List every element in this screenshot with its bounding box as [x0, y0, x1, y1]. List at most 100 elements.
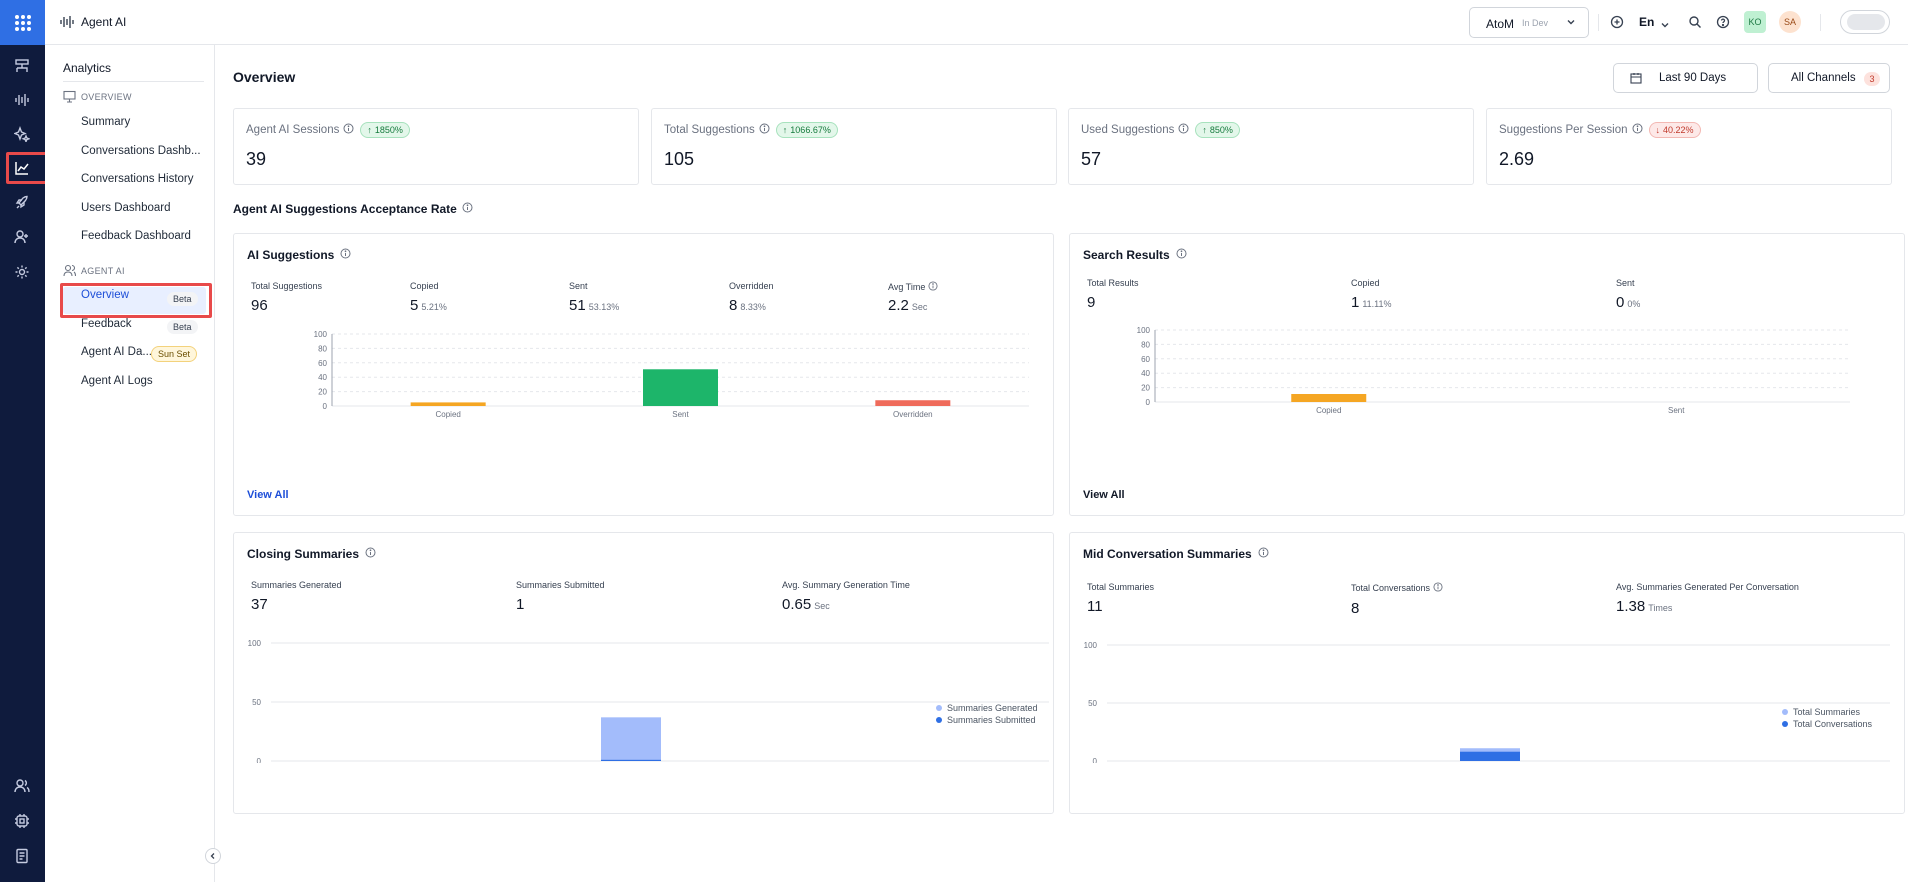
tick-label: 100	[1137, 326, 1151, 335]
change-chip: ↓ 40.22%	[1648, 122, 1701, 138]
tick-label: 100	[1084, 641, 1098, 650]
users-icon[interactable]	[12, 776, 32, 796]
info-icon[interactable]	[1258, 547, 1269, 561]
info-icon[interactable]	[343, 123, 354, 137]
metric-label: Total Conversations	[1351, 582, 1443, 594]
metric-value: 2.2 Sec	[888, 297, 928, 314]
tick-label: 0	[1093, 757, 1098, 763]
add-circle-icon[interactable]	[1610, 15, 1624, 34]
view-all-link[interactable]: View All	[1083, 489, 1125, 501]
analytics-sidebar: Analytics OVERVIEW Summary Conversations…	[45, 45, 215, 882]
tick-label: 100	[248, 639, 262, 648]
app-grid-icon[interactable]	[0, 0, 45, 45]
avatar[interactable]: SA	[1779, 11, 1801, 33]
sunset-badge: Sun Set	[151, 346, 198, 362]
bar	[601, 717, 661, 761]
language-selector[interactable]: En	[1639, 15, 1654, 29]
closing-summaries-chart: 0 50 100 Summaries Generated Summaries Submi…	[248, 639, 1049, 763]
metric-value: 5 5.21%	[410, 297, 447, 314]
sidebar-item-feedback[interactable]: Feedback	[81, 318, 132, 330]
metric-label: Copied	[1351, 278, 1380, 288]
info-icon[interactable]	[462, 202, 473, 216]
category-label: Sent	[1668, 406, 1685, 415]
info-icon[interactable]	[340, 248, 351, 262]
metric-value: 8	[1351, 600, 1360, 617]
chevron-down-icon[interactable]	[1660, 17, 1670, 35]
sidebar-heading: Analytics	[63, 61, 112, 75]
change-value: 40.22%	[1663, 125, 1694, 135]
sidebar-item-agent-ai-logs[interactable]: Agent AI Logs	[81, 375, 153, 387]
search-results-chart: 0 20 40 60 80 100 Copied Sent	[1137, 326, 1850, 415]
sidebar-item-conversations-dashboard[interactable]: Conversations Dashb...	[81, 145, 201, 157]
channels-label: All Channels	[1791, 72, 1856, 84]
icon-rail	[0, 0, 62, 882]
info-icon[interactable]	[759, 123, 770, 137]
bar	[1460, 751, 1520, 761]
add-user-icon[interactable]	[12, 227, 32, 247]
top-bar: Agent AI AtoM In Dev En KO SA	[45, 0, 1908, 45]
metric-value: 8 8.33%	[729, 297, 766, 314]
tick-label: 80	[1141, 340, 1150, 349]
help-icon[interactable]	[1716, 15, 1730, 34]
info-icon[interactable]	[928, 281, 938, 293]
view-all-link[interactable]: View All	[247, 489, 289, 501]
chip-icon[interactable]	[12, 811, 32, 831]
legend-marker	[936, 717, 942, 723]
page-title: Overview	[233, 69, 296, 85]
kpi-label: Agent AI Sessions	[246, 124, 340, 136]
metric-label: Total Suggestions	[251, 281, 323, 291]
metric-label: Sent	[1616, 278, 1635, 288]
info-icon[interactable]	[1178, 123, 1189, 137]
metric-value: 1.38 Times	[1616, 598, 1673, 615]
avatar[interactable]: KO	[1744, 11, 1766, 33]
card-title: Closing Summaries	[247, 547, 360, 561]
channels-button[interactable]: All Channels 3	[1768, 63, 1890, 93]
voice-icon[interactable]	[12, 90, 32, 110]
sidebar-item-feedback-dashboard[interactable]: Feedback Dashboard	[81, 230, 191, 242]
date-range-button[interactable]: Last 90 Days	[1613, 63, 1758, 93]
mid-summaries-chart: 0 50 100 Total Summaries Total Conversations	[1084, 641, 1890, 763]
info-icon[interactable]	[1632, 123, 1643, 137]
divider	[63, 81, 204, 82]
kpi-card: Total Suggestions ↑ 1066.67% 105	[651, 108, 1057, 185]
tick-label: 0	[1146, 398, 1151, 407]
divider	[1820, 14, 1821, 31]
kpi-value: 105	[664, 149, 695, 169]
ai-sparkle-icon[interactable]	[12, 124, 32, 144]
metric-label: Overridden	[729, 281, 774, 291]
info-icon[interactable]	[1176, 248, 1187, 262]
tick-label: 40	[1141, 369, 1150, 378]
workspace-selector[interactable]: AtoM In Dev	[1469, 7, 1589, 38]
sidebar-item-users-dashboard[interactable]: Users Dashboard	[81, 202, 170, 214]
section-agent-ai: AGENT AI	[81, 266, 125, 276]
docs-icon[interactable]	[12, 846, 32, 866]
search-icon[interactable]	[1688, 15, 1702, 34]
waveform-icon	[59, 14, 75, 35]
info-icon[interactable]	[365, 547, 376, 561]
rocket-icon[interactable]	[12, 193, 32, 213]
tick-label: 50	[252, 698, 261, 707]
section-overview: OVERVIEW	[81, 92, 132, 102]
settings-icon[interactable]	[12, 262, 32, 282]
tick-label: 50	[1088, 699, 1097, 708]
info-icon[interactable]	[1433, 582, 1443, 594]
bar	[410, 402, 486, 406]
overview-highlight	[60, 283, 212, 318]
tick-label: 0	[323, 402, 328, 411]
flow-icon[interactable]	[12, 56, 32, 76]
kpi-value: 57	[1081, 149, 1102, 169]
divider	[1598, 14, 1599, 31]
metric-label: Total Summaries	[1087, 582, 1155, 592]
metric-value: 11	[1087, 598, 1103, 615]
main-content: Overview Last 90 Days All Channels 3 Age…	[215, 45, 1908, 882]
arrow-up-icon: ↑	[367, 125, 372, 135]
sidebar-item-summary[interactable]: Summary	[81, 116, 130, 128]
sidebar-item-conversations-history[interactable]: Conversations History	[81, 173, 193, 185]
tick-label: 20	[318, 388, 327, 397]
metric-label: Copied	[410, 281, 439, 291]
legend-marker	[936, 705, 942, 711]
legend-label: Summaries Generated	[947, 703, 1038, 713]
profile-toggle[interactable]	[1840, 10, 1890, 34]
metric-value: 51 53.13%	[569, 297, 620, 314]
sidebar-item-agent-ai-dashboard[interactable]: Agent AI Da...	[81, 346, 152, 358]
